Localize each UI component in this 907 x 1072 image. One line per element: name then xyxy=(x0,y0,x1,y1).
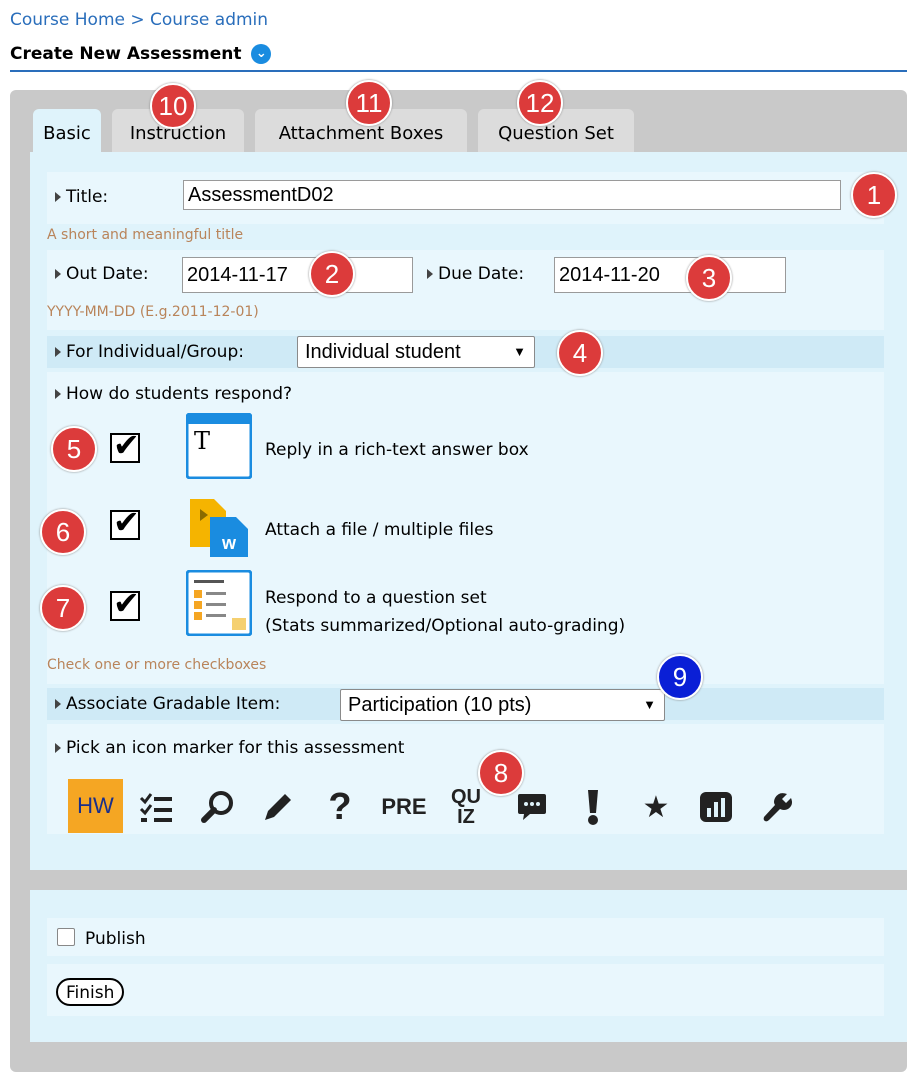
quiz-bottom: IZ xyxy=(457,806,475,828)
file-attach-checkbox[interactable]: ✔ xyxy=(110,503,140,541)
title-label: Title: xyxy=(55,187,108,207)
due-date-label-text: Due Date: xyxy=(438,264,525,284)
triangle-icon xyxy=(55,192,61,202)
annotation-badge-3: 3 xyxy=(686,255,732,301)
title-hint: A short and meaningful title xyxy=(47,227,244,243)
respond-label-text: How do students respond? xyxy=(66,384,293,404)
tab-basic-label: Basic xyxy=(43,123,91,144)
group-label: For Individual/Group: xyxy=(55,342,244,362)
icon-marker-label-text: Pick an icon marker for this assessment xyxy=(66,738,405,758)
publish-row xyxy=(47,918,884,956)
annotation-badge-2: 2 xyxy=(309,251,355,297)
annotation-badge-1: 1 xyxy=(851,172,897,218)
tab-basic[interactable]: Basic xyxy=(33,109,101,153)
triangle-icon xyxy=(55,743,61,753)
chart-icon[interactable] xyxy=(694,780,738,834)
checkmark-icon: ✔ xyxy=(113,503,140,541)
question-set-checkbox[interactable]: ✔ xyxy=(110,584,140,622)
question-set-option-line1: Respond to a question set xyxy=(265,588,487,608)
triangle-icon xyxy=(55,347,61,357)
triangle-icon xyxy=(55,269,61,279)
question-set-option-label: Respond to a question set (Stats summari… xyxy=(265,584,625,640)
checklist-icon[interactable] xyxy=(134,780,178,834)
page-title: Create New Assessment ⌄ xyxy=(10,44,272,64)
rich-text-icon: T xyxy=(185,412,253,480)
title-divider xyxy=(10,70,907,72)
marker-quiz[interactable]: QU IZ xyxy=(444,780,488,834)
group-label-text: For Individual/Group: xyxy=(66,342,244,362)
annotation-badge-9: 9 xyxy=(657,654,703,700)
icon-marker-label: Pick an icon marker for this assessment xyxy=(55,738,404,758)
triangle-icon xyxy=(55,699,61,709)
group-select-value: Individual student xyxy=(305,341,461,363)
file-attach-icon: w xyxy=(186,495,252,561)
breadcrumb: Course Home > Course admin xyxy=(10,10,268,30)
question-icon[interactable]: ? xyxy=(320,780,360,834)
annotation-badge-11: 11 xyxy=(346,80,392,126)
finish-row xyxy=(47,964,884,1016)
annotation-badge-12: 12 xyxy=(517,80,563,126)
breadcrumb-course-home[interactable]: Course Home xyxy=(10,10,125,30)
checkmark-icon: ✔ xyxy=(113,426,140,464)
out-date-label: Out Date: xyxy=(55,264,149,284)
annotation-badge-5: 5 xyxy=(51,426,97,472)
chevron-down-icon[interactable]: ⌄ xyxy=(251,44,272,64)
rich-text-checkbox[interactable]: ✔ xyxy=(110,426,140,464)
svg-text:T: T xyxy=(194,427,210,455)
rich-text-option-label: Reply in a rich-text answer box xyxy=(265,440,529,460)
file-attach-option-label: Attach a file / multiple files xyxy=(265,520,494,540)
out-date-input[interactable] xyxy=(182,257,413,293)
breadcrumb-separator: > xyxy=(124,10,151,30)
due-date-input[interactable] xyxy=(554,257,786,293)
checkmark-icon: ✔ xyxy=(113,584,140,622)
annotation-badge-8: 8 xyxy=(478,750,524,796)
svg-text:w: w xyxy=(221,533,237,553)
respond-label: How do students respond? xyxy=(55,384,292,404)
exclamation-icon[interactable] xyxy=(578,780,608,834)
annotation-badge-4: 4 xyxy=(557,330,603,376)
title-label-text: Title: xyxy=(66,187,109,207)
search-icon[interactable] xyxy=(196,780,240,834)
annotation-badge-10: 10 xyxy=(150,83,196,129)
quiz-top: QU xyxy=(451,786,481,808)
due-date-label: Due Date: xyxy=(427,264,524,284)
out-date-label-text: Out Date: xyxy=(66,264,149,284)
annotation-badge-6: 6 xyxy=(40,509,86,555)
gradable-select-value: Participation (10 pts) xyxy=(348,694,532,716)
finish-button[interactable]: Finish xyxy=(56,978,125,1006)
question-set-icon xyxy=(185,569,253,637)
dropdown-arrow-icon: ▼ xyxy=(643,697,656,712)
star-icon[interactable]: ★ xyxy=(638,780,674,834)
breadcrumb-course-admin[interactable]: Course admin xyxy=(150,10,268,30)
marker-hw[interactable]: HW xyxy=(68,779,123,833)
tab-attachment-boxes-label: Attachment Boxes xyxy=(278,123,444,144)
checkbox-hint: Check one or more checkboxes xyxy=(47,657,267,673)
wrench-icon[interactable] xyxy=(756,780,800,834)
gradable-label-text: Associate Gradable Item: xyxy=(66,694,281,714)
title-input[interactable] xyxy=(183,180,841,210)
question-set-option-line2: (Stats summarized/Optional auto-grading) xyxy=(265,616,626,636)
publish-label: Publish xyxy=(85,929,146,949)
triangle-icon xyxy=(55,389,61,399)
triangle-icon xyxy=(427,269,433,279)
annotation-badge-7: 7 xyxy=(40,585,86,631)
publish-checkbox[interactable] xyxy=(57,928,75,946)
dropdown-arrow-icon: ▼ xyxy=(513,344,526,359)
marker-pre[interactable]: PRE xyxy=(378,780,430,834)
page-title-text: Create New Assessment xyxy=(10,44,242,64)
gradable-label: Associate Gradable Item: xyxy=(55,694,280,714)
date-hint: YYYY-MM-DD (E.g.2011-12-01) xyxy=(47,304,259,320)
gradable-select[interactable]: Participation (10 pts) ▼ xyxy=(340,689,665,721)
tab-question-set-label: Question Set xyxy=(498,123,614,144)
pencil-icon[interactable] xyxy=(256,780,300,834)
group-select[interactable]: Individual student ▼ xyxy=(297,336,535,368)
